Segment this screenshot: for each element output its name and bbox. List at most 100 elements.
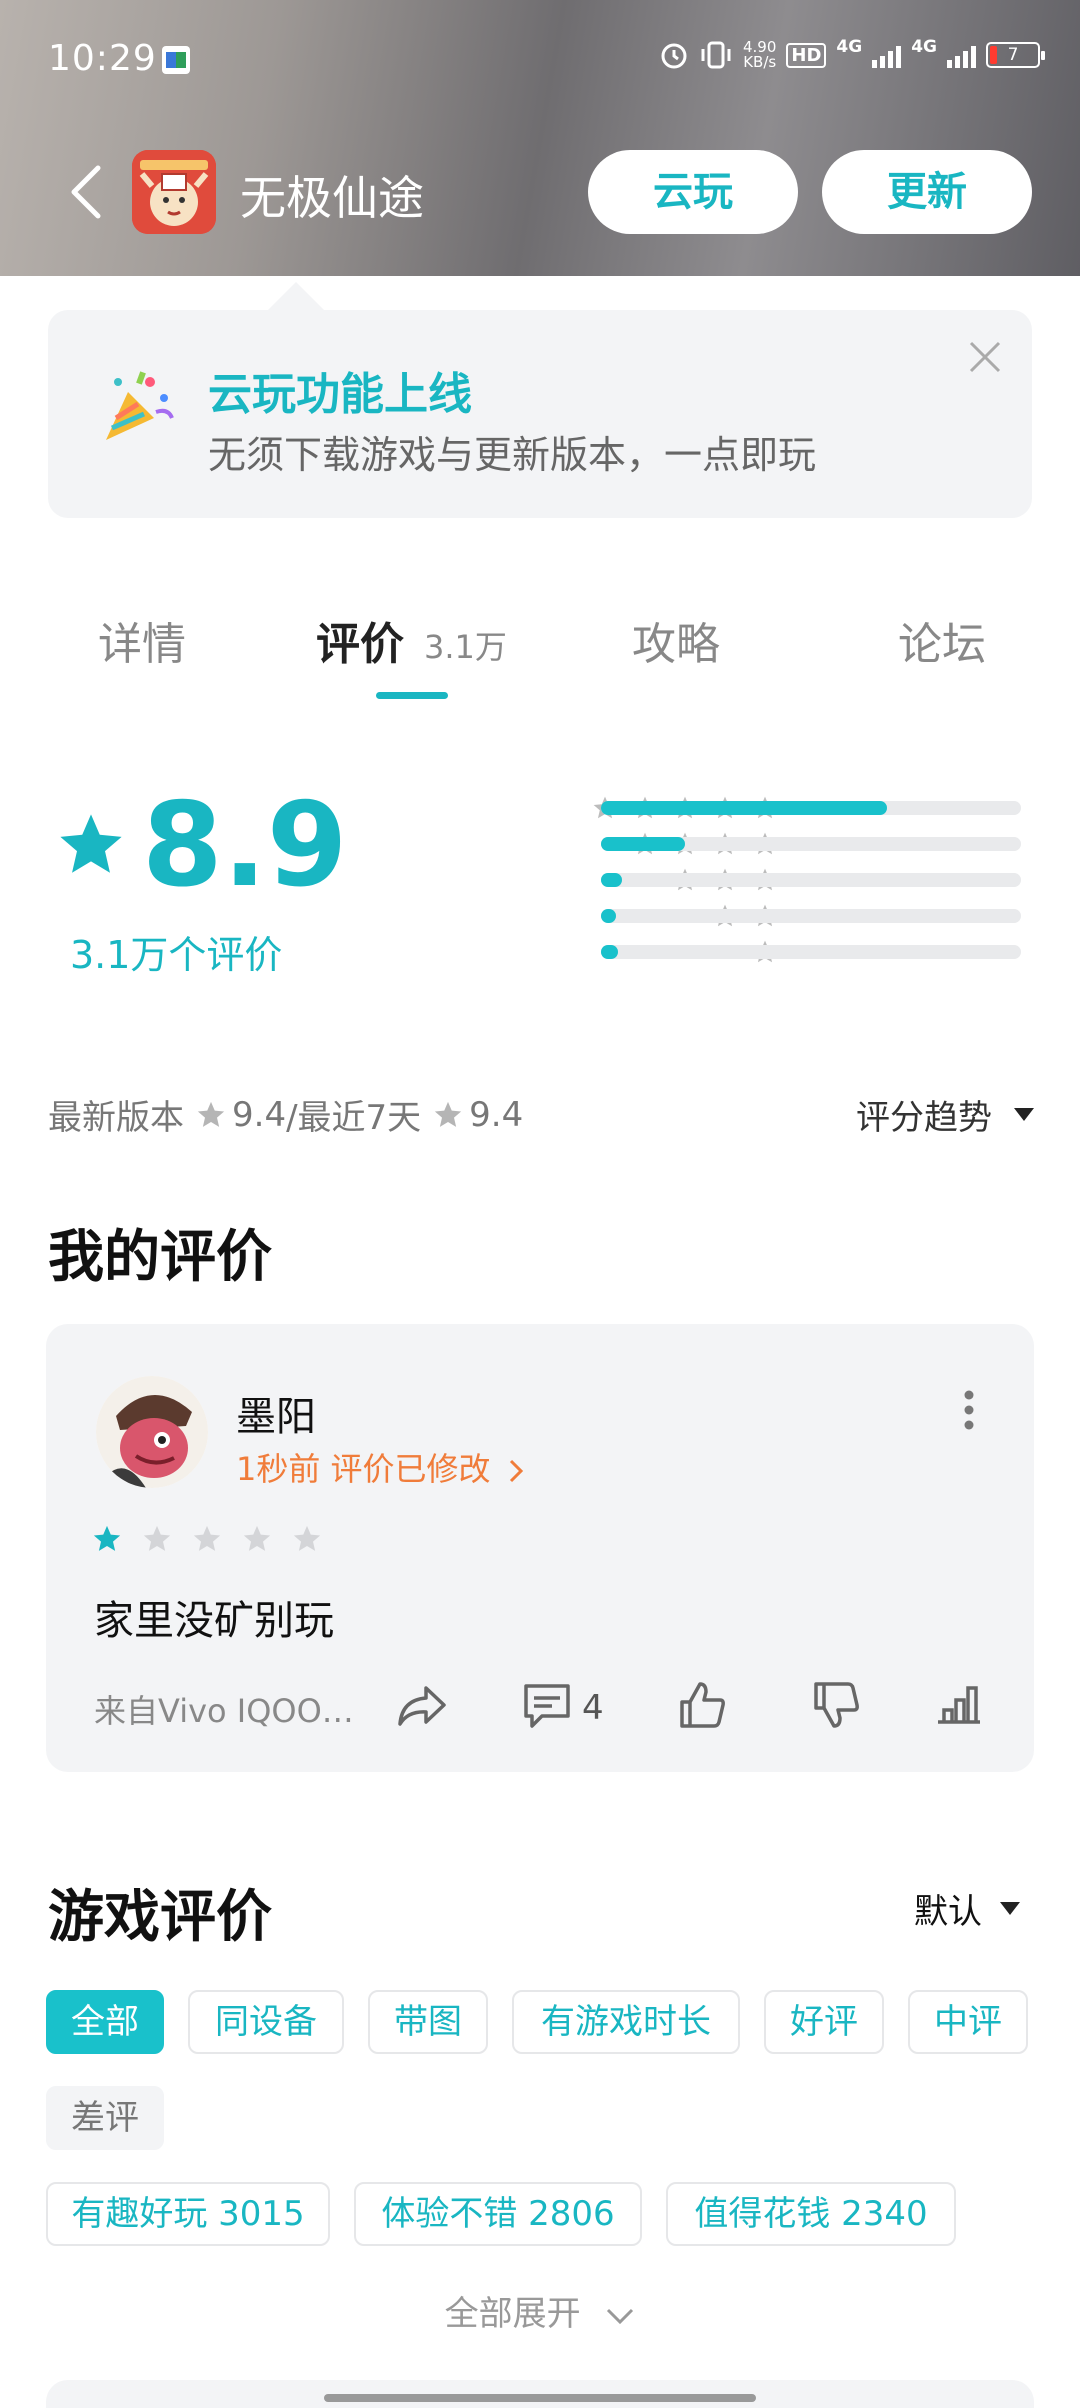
sort-label: 默认 <box>914 1892 982 1932</box>
update-button[interactable]: 更新 <box>822 150 1032 234</box>
review-time-text: 1秒前 评价已修改 <box>236 1450 491 1488</box>
rating-bar-track <box>601 801 1021 815</box>
tag-chip[interactable]: 有趣好玩 3015 <box>46 2182 330 2246</box>
star-icon <box>93 1525 121 1551</box>
star-icon <box>197 1101 225 1127</box>
rating-bar-fill <box>601 945 618 959</box>
expand-all-button[interactable]: 全部展开 <box>0 2286 1080 2335</box>
star-icon <box>435 1101 462 1127</box>
filter-neutral[interactable]: 中评 <box>908 1990 1028 2054</box>
star-icon <box>193 1525 221 1551</box>
dropdown-arrow-icon <box>1014 1108 1034 1121</box>
back-arrow-icon[interactable] <box>64 162 110 222</box>
dropdown-arrow-icon <box>1000 1902 1020 1915</box>
rating-score: 8.9 <box>142 778 348 913</box>
version-rating-line: 最新版本 9.4 /最近7天 9.4 <box>48 1090 523 1139</box>
my-review-stars <box>92 1524 322 1554</box>
avatar[interactable] <box>96 1376 208 1488</box>
net-speed: 4.90 KB/s <box>743 40 776 70</box>
vibrate-icon <box>701 41 731 69</box>
tab-reviews-count: 3.1万 <box>424 628 507 666</box>
username: 墨阳 <box>236 1394 316 1440</box>
latest-version-label: 最新版本 <box>48 1098 184 1138</box>
rating-bar-track <box>601 873 1021 887</box>
thumbs-up-icon[interactable] <box>676 1678 730 1732</box>
rating-bar-track <box>601 945 1021 959</box>
sim1-network: 4G <box>836 37 863 57</box>
tab-active-indicator <box>376 692 448 699</box>
sort-dropdown[interactable]: 默认 <box>914 1884 1020 1933</box>
tab-guides[interactable]: 攻略 <box>632 608 720 672</box>
cloud-play-button[interactable]: 云玩 <box>588 150 798 234</box>
rating-bar-track <box>601 909 1021 923</box>
star-icon <box>143 1525 171 1551</box>
review-text: 家里没矿别玩 <box>94 1598 334 1644</box>
game-app-icon <box>132 150 216 234</box>
latest-version-score: 9.4 <box>232 1094 287 1135</box>
share-icon[interactable] <box>394 1678 448 1732</box>
rating-row-2-star <box>380 903 1021 929</box>
game-reviews-title: 游戏评价 <box>48 1885 272 1950</box>
expand-label: 全部展开 <box>444 2294 581 2334</box>
rating-count: 3.1万个评价 <box>70 933 283 977</box>
tag-chip[interactable]: 值得花钱 2340 <box>666 2182 956 2246</box>
filter-with-images[interactable]: 带图 <box>368 1990 488 2054</box>
my-review-title: 我的评价 <box>48 1225 272 1290</box>
sim2-signal-icon <box>947 42 976 68</box>
net-speed-unit: KB/s <box>743 53 777 71</box>
tab-details[interactable]: 详情 <box>98 608 186 672</box>
hd-badge: HD <box>786 42 827 68</box>
rating-trend-dropdown[interactable]: 评分趋势 <box>856 1090 1034 1139</box>
rating-row-5-star <box>380 795 1021 821</box>
status-time: 10:29 <box>48 38 157 79</box>
rating-row-4-star <box>380 831 1021 857</box>
banner-pointer <box>268 282 324 310</box>
comment-icon[interactable] <box>520 1678 574 1732</box>
notification-app-icon <box>162 46 190 74</box>
thumbs-down-icon[interactable] <box>810 1678 864 1732</box>
tab-reviews[interactable]: 评价 <box>316 608 404 672</box>
battery-level: 7 <box>1007 45 1019 65</box>
chevron-right-icon <box>509 1459 523 1483</box>
cloud-play-banner[interactable]: 云玩功能上线 无须下载游戏与更新版本，一点即玩 <box>48 310 1032 518</box>
recent-label: /最近7天 <box>286 1098 422 1138</box>
banner-title: 云玩功能上线 <box>208 369 472 420</box>
rating-bar-fill <box>601 801 887 815</box>
filter-positive[interactable]: 好评 <box>764 1990 884 2054</box>
trend-label: 评分趋势 <box>856 1098 992 1138</box>
app-header: 10:29 4.90 KB/s HD 4G 4G 7 无极仙途 云玩 更新 <box>0 0 1080 276</box>
alarm-icon <box>661 43 687 69</box>
chevron-down-icon <box>607 2308 634 2324</box>
tab-forum[interactable]: 论坛 <box>898 608 986 672</box>
filter-negative[interactable]: 差评 <box>46 2086 164 2150</box>
review-modified-link[interactable]: 1秒前 评价已修改 <box>236 1444 525 1490</box>
battery-icon: 7 <box>986 42 1045 68</box>
filter-with-playtime[interactable]: 有游戏时长 <box>512 1990 740 2054</box>
comment-count: 4 <box>582 1688 604 1728</box>
status-icons: 4.90 KB/s HD 4G 4G 7 <box>659 37 1045 70</box>
rating-row-1-star <box>380 939 1021 965</box>
rating-bar-fill <box>601 873 622 887</box>
home-indicator[interactable] <box>324 2394 756 2402</box>
more-options-icon[interactable] <box>964 1390 974 1430</box>
filter-all[interactable]: 全部 <box>46 1990 164 2054</box>
my-review-card: 墨阳 1秒前 评价已修改 家里没矿别玩 来自Vivo IQOO… 4 <box>46 1324 1034 1772</box>
sim2-network: 4G <box>911 37 937 57</box>
banner-subtitle: 无须下载游戏与更新版本，一点即玩 <box>208 433 817 477</box>
stats-icon[interactable] <box>932 1678 986 1732</box>
status-bar: 10:29 4.90 KB/s HD 4G 4G 7 <box>0 0 1080 120</box>
rating-bar-track <box>601 837 1021 851</box>
rating-bar-fill <box>601 909 616 923</box>
star-icon <box>293 1525 321 1551</box>
close-icon[interactable] <box>968 340 1002 374</box>
sim1-signal-icon <box>872 42 902 68</box>
star-icon <box>243 1525 271 1551</box>
filter-same-device[interactable]: 同设备 <box>188 1990 344 2054</box>
rating-row-3-star <box>380 867 1021 893</box>
recent-score: 9.4 <box>469 1094 524 1135</box>
party-popper-icon <box>106 371 174 440</box>
rating-bar-fill <box>601 837 685 851</box>
tag-chip[interactable]: 体验不错 2806 <box>354 2182 642 2246</box>
rating-star-icon <box>60 814 122 873</box>
review-device: 来自Vivo IQOO… <box>94 1692 354 1730</box>
